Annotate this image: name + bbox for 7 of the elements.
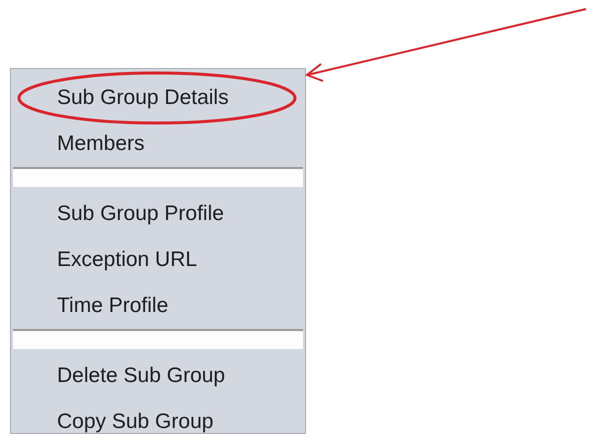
menu-item[interactable]: Members	[11, 121, 305, 167]
menu-item[interactable]: Time Profile	[11, 283, 305, 329]
menu-item[interactable]: Exception URL	[11, 237, 305, 283]
menu-item[interactable]: Sub Group Details	[11, 75, 305, 121]
menu-item[interactable]: Copy Sub Group	[11, 399, 305, 433]
menu-item[interactable]: Sub Group Profile	[11, 191, 305, 237]
menu-item[interactable]: Delete Sub Group	[11, 353, 305, 399]
